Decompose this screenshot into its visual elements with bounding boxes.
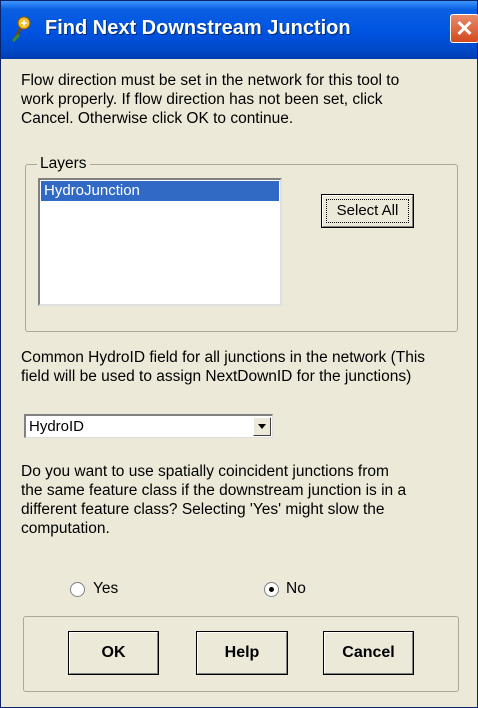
yes-radio-label[interactable]: Yes	[93, 580, 118, 598]
close-icon: ✕	[455, 16, 474, 41]
hydroid-line-1: Common HydroID field for all junctions i…	[21, 349, 426, 366]
chevron-down-icon	[258, 424, 266, 429]
hydroid-description: Common HydroID field for all junctions i…	[21, 348, 425, 386]
select-all-label: Select All	[336, 202, 399, 219]
radio-selected-dot	[269, 587, 274, 592]
hydro-tool-icon	[11, 16, 31, 43]
coincident-line-2: the same feature class if the downstream…	[21, 482, 407, 499]
intro-line-3: Cancel. Otherwise click OK to continue.	[21, 110, 294, 127]
no-radio[interactable]	[264, 582, 279, 597]
yes-radio[interactable]	[70, 582, 85, 597]
coincident-line-1: Do you want to use spatially coincident …	[21, 463, 389, 480]
help-button[interactable]: Help	[196, 631, 288, 675]
hydroid-field-value: HydroID	[29, 418, 85, 435]
select-all-button[interactable]: Select All	[321, 194, 414, 228]
hydroid-line-2: field will be used to assign NextDownID …	[21, 368, 412, 385]
cancel-label: Cancel	[342, 644, 395, 661]
cancel-button[interactable]: Cancel	[323, 631, 414, 675]
intro-text: Flow direction must be set in the networ…	[21, 71, 399, 128]
layers-legend: Layers	[37, 155, 90, 173]
ok-button[interactable]: OK	[68, 631, 159, 675]
hydroid-field-select[interactable]: HydroID	[24, 414, 273, 438]
coincident-line-3: different feature class? Selecting 'Yes'…	[21, 501, 385, 518]
intro-line-1: Flow direction must be set in the networ…	[21, 72, 400, 89]
coincident-line-4: computation.	[21, 520, 110, 537]
dropdown-arrow-button[interactable]	[253, 417, 271, 436]
intro-line-2: work properly. If flow direction has not…	[21, 91, 383, 108]
title-bar[interactable]: Find Next Downstream Junction ✕	[1, 1, 478, 59]
layers-listbox[interactable]: HydroJunction	[38, 178, 282, 306]
window-title: Find Next Downstream Junction	[45, 17, 351, 39]
no-radio-label[interactable]: No	[286, 580, 306, 598]
close-button[interactable]: ✕	[450, 14, 478, 43]
dialog-window: Find Next Downstream Junction ✕ Flow dir…	[0, 0, 478, 708]
list-item-hydrojunction[interactable]: HydroJunction	[41, 181, 279, 201]
coincident-question: Do you want to use spatially coincident …	[21, 462, 406, 538]
ok-label: OK	[101, 644, 126, 661]
help-label: Help	[224, 644, 260, 661]
